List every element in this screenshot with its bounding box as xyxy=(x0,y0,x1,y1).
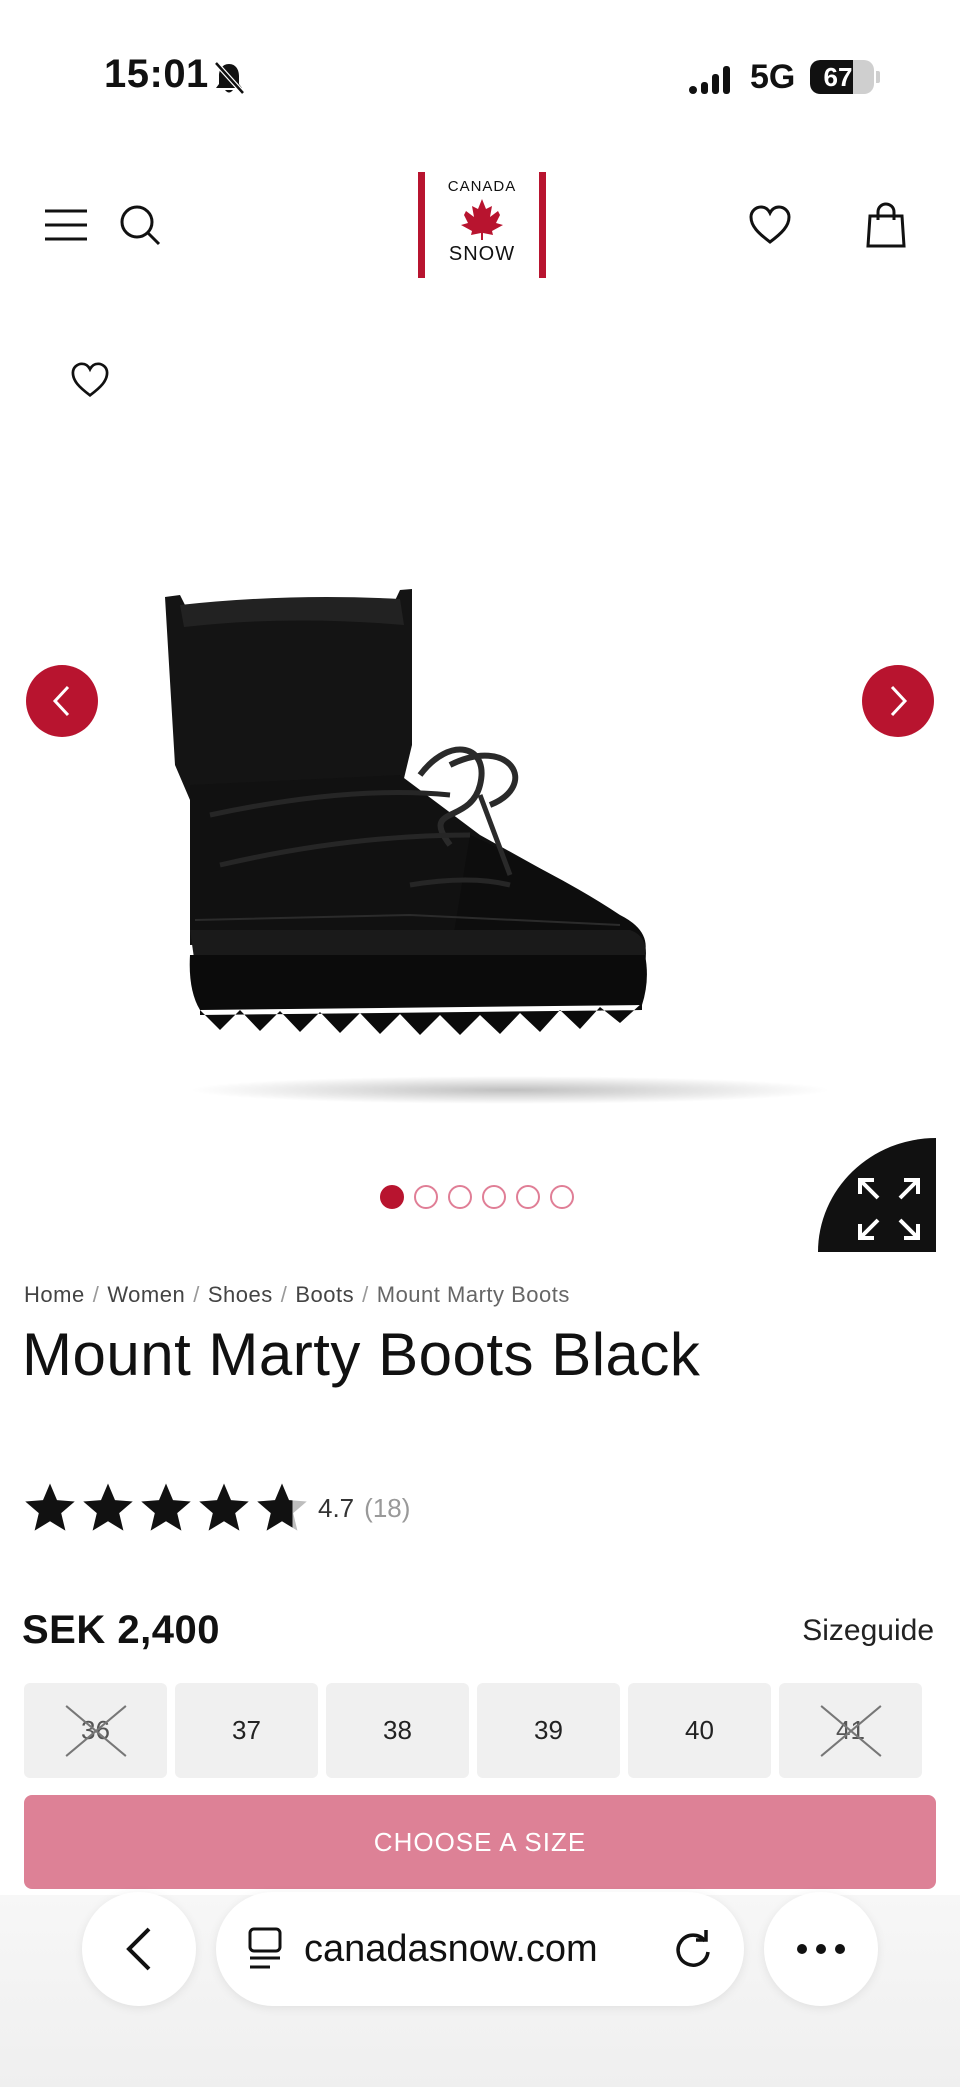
battery-level: 67 xyxy=(823,62,853,92)
search-icon xyxy=(120,205,161,246)
status-bar: 15:01 5G 67 xyxy=(0,0,960,150)
address-bar[interactable]: canadasnow.com xyxy=(216,1892,744,2006)
add-to-wishlist-button[interactable] xyxy=(70,362,120,412)
star-icon xyxy=(141,1483,191,1531)
logo-text-bottom: SNOW xyxy=(448,243,516,265)
gallery-pagination xyxy=(380,1185,574,1209)
next-image-button[interactable] xyxy=(862,665,934,737)
chevron-right-icon xyxy=(890,685,908,717)
size-option-39[interactable]: 39 xyxy=(477,1683,620,1778)
tabs-icon xyxy=(248,1927,282,1969)
fullscreen-button[interactable] xyxy=(818,1138,936,1252)
chevron-left-icon xyxy=(126,1927,151,1971)
signal-icon xyxy=(689,66,730,94)
size-option-38[interactable]: 38 xyxy=(326,1683,469,1778)
logo-text-top: CANADA xyxy=(447,178,517,195)
expand-icon xyxy=(858,1178,920,1240)
rating-value: 4.7 xyxy=(318,1492,355,1523)
reload-icon[interactable] xyxy=(672,1928,714,1970)
chevron-left-icon xyxy=(52,685,70,717)
size-option-41[interactable]: 41 xyxy=(779,1683,922,1778)
size-option-40[interactable]: 40 xyxy=(628,1683,771,1778)
heart-icon xyxy=(71,362,109,397)
product-gallery xyxy=(0,300,960,1255)
gallery-dot[interactable] xyxy=(516,1185,540,1209)
more-horizontal-icon xyxy=(797,1944,845,1954)
bell-muted-icon xyxy=(214,61,245,95)
wishlist-button[interactable] xyxy=(740,195,800,255)
rating-stars xyxy=(22,1480,310,1536)
battery-icon: 67 xyxy=(810,60,874,94)
breadcrumb-separator: / xyxy=(193,1282,200,1307)
breadcrumb-separator: / xyxy=(92,1282,100,1307)
breadcrumb-current: Mount Marty Boots xyxy=(376,1282,570,1307)
star-half-icon xyxy=(257,1483,307,1531)
gallery-dot[interactable] xyxy=(448,1185,472,1209)
star-icon xyxy=(199,1483,249,1531)
menu-icon xyxy=(45,209,87,241)
gallery-dot[interactable] xyxy=(414,1185,438,1209)
heart-icon xyxy=(749,205,791,244)
breadcrumb: Home / Women / Shoes / Boots / Mount Mar… xyxy=(24,1282,570,1308)
star-icon xyxy=(25,1483,75,1531)
site-header: CANADA SNOW xyxy=(0,160,960,290)
star-icon xyxy=(83,1483,133,1531)
product-rating[interactable]: 4.7 (18) xyxy=(22,1480,410,1536)
browser-back-button[interactable] xyxy=(82,1892,196,2006)
gallery-dot[interactable] xyxy=(482,1185,506,1209)
previous-image-button[interactable] xyxy=(26,665,98,737)
gallery-dot[interactable] xyxy=(550,1185,574,1209)
sizeguide-link[interactable]: Sizeguide xyxy=(802,1614,934,1648)
cart-button[interactable] xyxy=(856,195,916,255)
breadcrumb-boots[interactable]: Boots xyxy=(295,1282,354,1308)
url-text[interactable]: canadasnow.com xyxy=(304,1928,672,1971)
gallery-dot[interactable] xyxy=(380,1185,404,1209)
size-option-37[interactable]: 37 xyxy=(175,1683,318,1778)
status-time: 15:01 xyxy=(104,52,209,96)
review-count[interactable]: (18) xyxy=(364,1493,410,1524)
breadcrumb-separator: / xyxy=(362,1282,369,1307)
breadcrumb-separator: / xyxy=(280,1282,288,1307)
breadcrumb-women[interactable]: Women xyxy=(107,1282,185,1308)
brand-logo[interactable]: CANADA SNOW xyxy=(418,172,546,278)
product-title: Mount Marty Boots Black xyxy=(22,1321,701,1388)
battery-tip xyxy=(876,71,880,83)
choose-size-button[interactable]: CHOOSE A SIZE xyxy=(24,1795,936,1889)
product-image[interactable] xyxy=(150,585,850,1105)
menu-button[interactable] xyxy=(36,195,96,255)
browser-more-button[interactable] xyxy=(764,1892,878,2006)
search-button[interactable] xyxy=(110,195,170,255)
breadcrumb-home[interactable]: Home xyxy=(24,1282,85,1308)
size-selector: 36 37 38 39 40 41 xyxy=(24,1683,922,1778)
breadcrumb-shoes[interactable]: Shoes xyxy=(208,1282,273,1308)
network-label: 5G xyxy=(750,58,796,96)
size-option-36[interactable]: 36 xyxy=(24,1683,167,1778)
maple-leaf-icon xyxy=(461,199,503,240)
shopping-bag-icon xyxy=(866,202,906,248)
product-price: SEK 2,400 xyxy=(22,1608,220,1652)
